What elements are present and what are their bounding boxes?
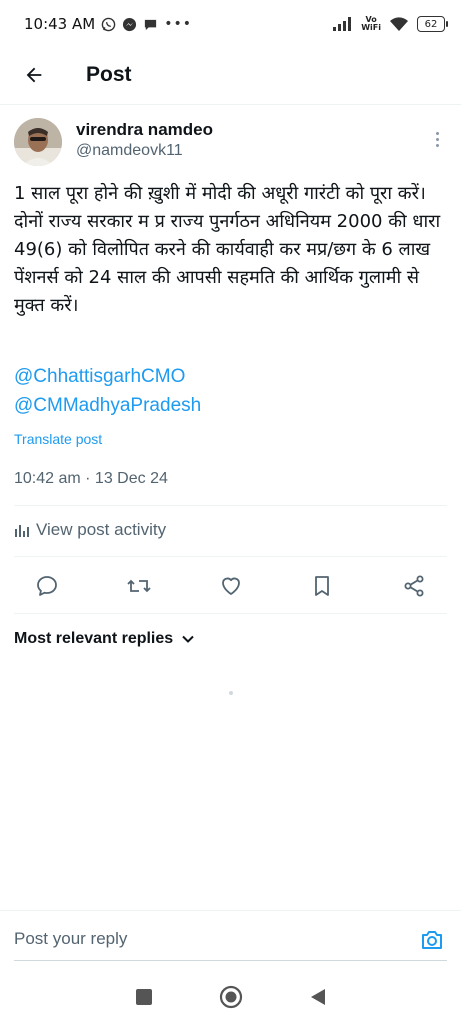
reply-icon: [37, 576, 57, 596]
author-handle[interactable]: @namdeovk11: [76, 142, 183, 160]
bookmark-button[interactable]: [307, 571, 337, 601]
more-options-button[interactable]: [427, 126, 447, 152]
bookmark-icon: [315, 576, 330, 596]
heart-icon: [221, 577, 240, 595]
like-button[interactable]: [216, 571, 246, 601]
divider: [14, 613, 447, 614]
arrow-left-icon: [26, 67, 42, 83]
loading-indicator: [229, 691, 233, 695]
avatar[interactable]: [14, 118, 62, 166]
mention-link[interactable]: @ChhattisgarhCMO: [14, 366, 185, 388]
wifi-icon: [390, 17, 408, 31]
author-name[interactable]: virendra namdeo: [76, 120, 213, 140]
post-actions: [14, 568, 447, 604]
post-timestamp: 10:42 am · 13 Dec 24: [14, 470, 168, 487]
share-button[interactable]: [399, 571, 429, 601]
camera-button[interactable]: [419, 927, 445, 953]
vowifi-bottom-label: WiFi: [361, 23, 381, 32]
camera-icon: [422, 931, 442, 949]
divider: [14, 505, 447, 506]
whatsapp-icon: [101, 17, 116, 31]
reply-input[interactable]: [14, 929, 394, 949]
share-icon: [404, 575, 424, 597]
square-icon: [135, 989, 152, 1005]
status-bar: 10:43 AM ••• Vo WiFi 62: [0, 0, 461, 48]
battery-level: 62: [424, 18, 438, 30]
translate-post-link[interactable]: Translate post: [14, 431, 102, 447]
more-dot-icon: [435, 137, 439, 141]
post-author: virendra namdeo @namdeovk11: [14, 118, 447, 170]
chevron-down-icon: [182, 635, 194, 643]
avatar-image: [14, 118, 62, 166]
vowifi-indicator: Vo WiFi: [361, 16, 381, 32]
home-circle-icon: [219, 985, 242, 1009]
app-header: Post: [0, 48, 461, 102]
page-title: Post: [86, 63, 132, 86]
home-button[interactable]: [216, 982, 246, 1012]
messenger-icon: [123, 17, 137, 31]
more-notifications-icon: •••: [164, 16, 192, 32]
replies-sort-dropdown[interactable]: Most relevant replies: [14, 630, 195, 648]
back-button[interactable]: [14, 55, 54, 95]
reply-underline: [14, 960, 447, 961]
more-dot-icon: [435, 131, 439, 135]
view-post-activity-link[interactable]: View post activity: [14, 520, 166, 540]
signal-icon: [333, 17, 352, 31]
chat-bubble-icon: [145, 19, 157, 30]
more-dot-icon: [435, 143, 439, 147]
mention-link[interactable]: @CMMadhyaPradesh: [14, 395, 201, 417]
reply-button[interactable]: [32, 571, 62, 601]
recent-apps-button[interactable]: [129, 982, 159, 1012]
repost-button[interactable]: [124, 571, 154, 601]
reply-composer: [0, 910, 461, 966]
replies-sort-label: Most relevant replies: [14, 630, 174, 647]
view-post-activity-label: View post activity: [36, 520, 167, 539]
repost-icon: [127, 579, 151, 593]
battery-indicator: 62: [417, 16, 448, 32]
post-paragraph: 1 साल पूरा होने की ख़ुशी में मोदी की अधू…: [14, 183, 426, 204]
divider: [14, 556, 447, 557]
back-nav-button[interactable]: [303, 982, 333, 1012]
post-text: 1 साल पूरा होने की ख़ुशी में मोदी की अधू…: [14, 180, 450, 320]
analytics-icon: [15, 525, 29, 537]
notification-icons: •••: [101, 16, 192, 32]
post-paragraph: दोनों राज्य सरकार म प्र राज्य पुनर्गठन अ…: [14, 211, 441, 316]
system-navigation-bar: [0, 970, 461, 1024]
status-time: 10:43 AM: [24, 15, 96, 33]
triangle-back-icon: [310, 989, 325, 1005]
header-divider: [0, 104, 461, 105]
